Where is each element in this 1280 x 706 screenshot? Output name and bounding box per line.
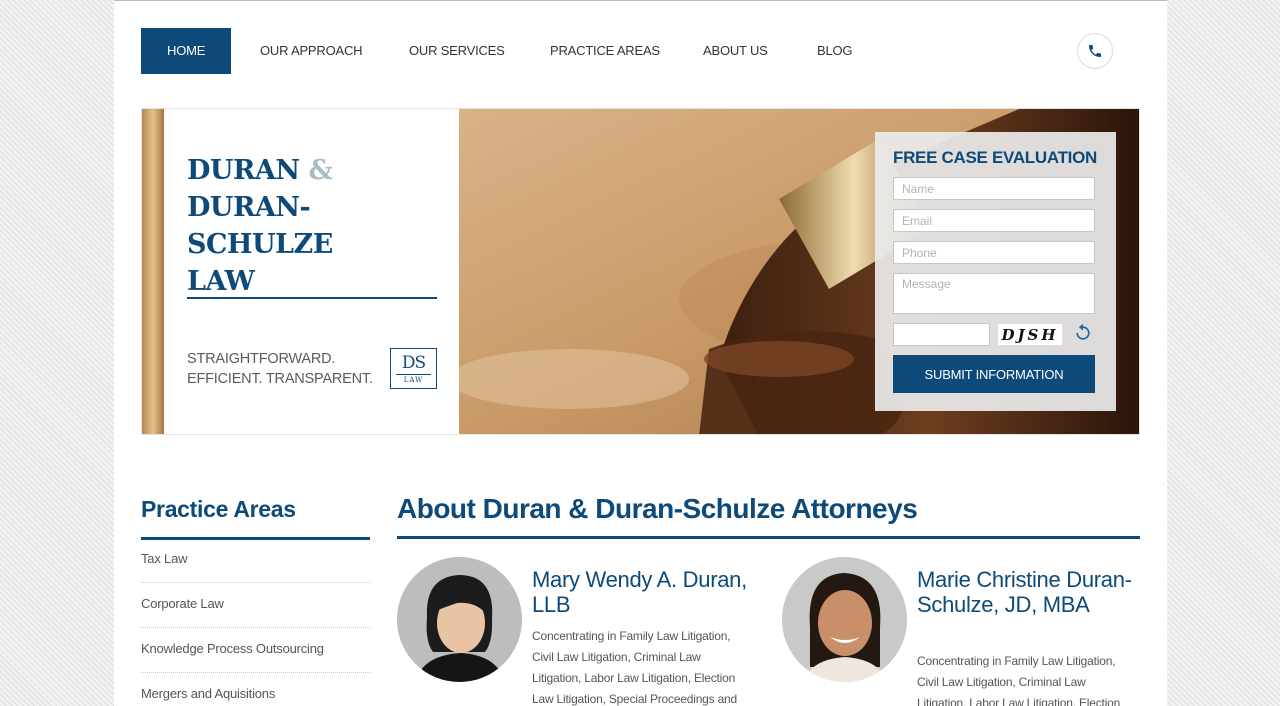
nav-about-us[interactable]: ABOUT US xyxy=(703,28,768,74)
nav-home[interactable]: HOME xyxy=(141,28,232,74)
firm-name: DURAN & DURAN-SCHULZE LAW xyxy=(187,152,447,300)
nav-practice-areas[interactable]: PRACTICE AREAS xyxy=(550,28,660,74)
logo-subtext: LAW xyxy=(396,374,431,385)
nav-blog[interactable]: BLOG xyxy=(817,28,853,74)
case-evaluation-form: FREE CASE EVALUATION DJSH SUBMIT INFORMA… xyxy=(875,132,1116,411)
practice-areas-title: Practice Areas xyxy=(141,496,296,522)
name-input[interactable] xyxy=(893,177,1095,200)
phone-button[interactable] xyxy=(1077,33,1113,69)
practice-areas-list: Tax Law Corporate Law Knowledge Process … xyxy=(141,538,370,706)
form-title: FREE CASE EVALUATION xyxy=(893,148,1097,167)
hero-banner: DURAN & DURAN-SCHULZE LAW STRAIGHTFORWAR… xyxy=(141,108,1140,435)
attorney-description: Concentrating in Family Law Litigation, … xyxy=(532,629,738,706)
firm-name-ampersand: & xyxy=(308,155,333,186)
refresh-icon[interactable] xyxy=(1073,323,1093,343)
attorney-photo xyxy=(782,557,907,682)
phone-icon xyxy=(1089,45,1101,57)
email-input[interactable] xyxy=(893,209,1095,232)
firm-name-line2: DURAN-SCHULZE xyxy=(187,192,333,260)
firm-logo: DS LAW xyxy=(390,348,437,389)
tagline-line2: EFFICIENT. TRANSPARENT. xyxy=(187,371,373,387)
tagline-line1: STRAIGHTFORWARD. xyxy=(187,351,336,367)
captcha-image: DJSH xyxy=(997,323,1063,346)
logo-monogram: DS xyxy=(401,353,426,373)
phone-input[interactable] xyxy=(893,241,1095,264)
attorney-name[interactable]: Mary Wendy A. Duran, LLB xyxy=(532,567,752,617)
practice-area-item[interactable]: Corporate Law xyxy=(141,583,370,628)
brand-panel: DURAN & DURAN-SCHULZE LAW STRAIGHTFORWAR… xyxy=(164,109,459,434)
captcha-input[interactable] xyxy=(893,323,990,346)
practice-area-item[interactable]: Mergers and Aquisitions xyxy=(141,673,370,706)
practice-area-item[interactable]: Knowledge Process Outsourcing xyxy=(141,628,370,673)
firm-name-line1: DURAN xyxy=(187,155,300,186)
about-divider xyxy=(397,536,1140,539)
hero-wood-stripe xyxy=(142,109,164,434)
nav-our-approach[interactable]: OUR APPROACH xyxy=(260,28,363,74)
attorney-name[interactable]: Marie Christine Duran-Schulze, JD, MBA xyxy=(917,567,1137,617)
practice-area-item[interactable]: Tax Law xyxy=(141,538,370,583)
attorney-description: Concentrating in Family Law Litigation, … xyxy=(917,654,1121,706)
tagline: STRAIGHTFORWARD. EFFICIENT. TRANSPARENT. xyxy=(187,349,373,389)
page: HOME OUR APPROACH OUR SERVICES PRACTICE … xyxy=(114,0,1167,706)
about-title: About Duran & Duran-Schulze Attorneys xyxy=(397,493,918,524)
firm-name-line3: LAW xyxy=(187,266,255,297)
brand-divider xyxy=(187,297,437,299)
attorney-photo xyxy=(397,557,522,682)
submit-button[interactable]: SUBMIT INFORMATION xyxy=(893,355,1095,393)
nav-our-services[interactable]: OUR SERVICES xyxy=(409,28,505,74)
message-input[interactable] xyxy=(893,273,1095,314)
main-nav: HOME OUR APPROACH OUR SERVICES PRACTICE … xyxy=(141,28,1141,74)
